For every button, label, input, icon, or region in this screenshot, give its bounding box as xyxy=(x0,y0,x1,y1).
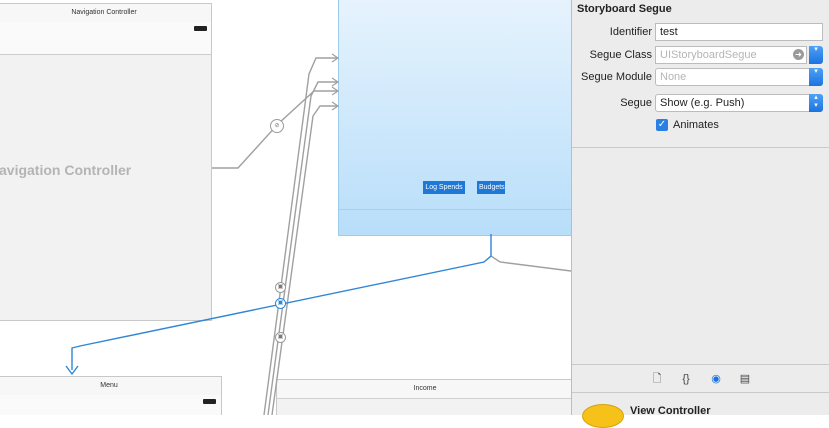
library-item-title: View Controller xyxy=(630,405,711,417)
section-title: Storyboard Segue xyxy=(577,3,672,15)
segue-class-popup[interactable]: ▾ xyxy=(809,46,823,64)
arrow-circle-icon[interactable]: ➜ xyxy=(793,49,804,60)
segue-line xyxy=(490,255,571,272)
segue-class-label: Segue Class xyxy=(589,49,652,61)
segue-kind-popup[interactable]: Show (e.g. Push) ▴ ▾ xyxy=(655,94,823,112)
segue-connections xyxy=(65,53,571,415)
selected-segue-icon[interactable]: ▣ xyxy=(275,298,286,309)
storyboard-canvas[interactable]: Navigation Controller avigation Controll… xyxy=(0,0,571,415)
segue-module-popup[interactable]: None ▾ xyxy=(655,68,823,86)
segue-kind-label: Segue xyxy=(620,97,652,109)
divider xyxy=(572,364,829,365)
animates-checkbox[interactable]: ✓ xyxy=(656,119,668,131)
up-down-arrows-icon: ▴ ▾ xyxy=(809,94,823,112)
segue-icon[interactable]: ▣ xyxy=(275,282,286,293)
identifier-field[interactable] xyxy=(655,23,823,41)
braces-icon[interactable]: {} xyxy=(679,372,693,386)
segue-class-field[interactable]: UIStoryboardSegue xyxy=(655,46,807,64)
segue-icon[interactable]: ⊘ xyxy=(270,119,284,133)
segue-icon[interactable]: ▣ xyxy=(275,332,286,343)
segue-module-label: Segue Module xyxy=(581,71,652,83)
chevron-down-icon: ▾ xyxy=(809,46,823,64)
divider xyxy=(572,147,829,148)
identity-circle-icon[interactable]: ◉ xyxy=(709,372,723,386)
attributes-inspector: Storyboard Segue Identifier Segue Class … xyxy=(571,0,829,428)
segue-kind-value: Show (e.g. Push) xyxy=(660,97,745,109)
file-icon[interactable]: 🗋 xyxy=(650,372,664,386)
animates-label: Animates xyxy=(673,119,719,131)
segue-module-value: None xyxy=(660,71,687,83)
library-icon[interactable]: ▤ xyxy=(738,372,752,386)
view-controller-object-icon[interactable] xyxy=(582,404,624,428)
identifier-label: Identifier xyxy=(609,26,652,38)
divider xyxy=(572,392,829,393)
segue-line xyxy=(271,105,338,415)
chevron-down-icon: ▾ xyxy=(809,68,823,86)
